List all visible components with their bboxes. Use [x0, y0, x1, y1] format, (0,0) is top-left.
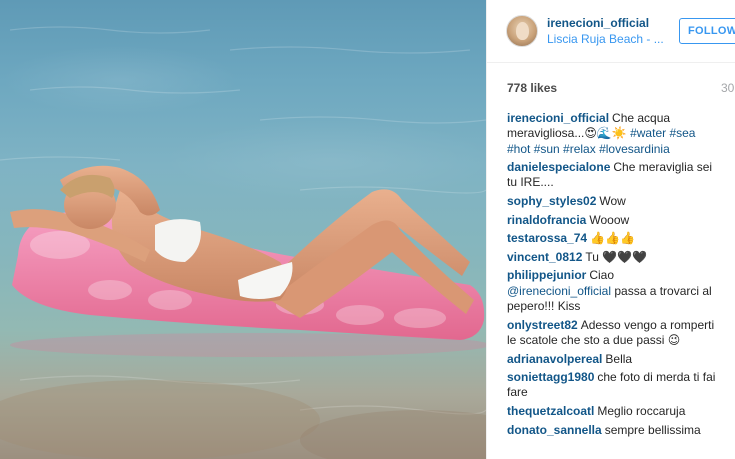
likes-row: 778 likes 30: [507, 81, 735, 95]
comment-text: Ciao: [589, 268, 615, 283]
comment-item: adrianavolpereal Bella: [507, 352, 721, 367]
comment-item: soniettaɡg1980 che foto di merda ti fai f…: [507, 370, 721, 401]
comment-text: Wow: [599, 194, 626, 209]
post-location[interactable]: Liscia Ruja Beach - ...: [547, 32, 664, 46]
comment-mention[interactable]: @irenecioni_official: [507, 284, 611, 298]
comment-item: testarossa_74 👍👍👍: [507, 231, 721, 246]
comment-item: danielespecialone Che meraviglia sei tu I…: [507, 160, 721, 191]
comment-item: thequetzalcoatl Meglio roccaruja: [507, 404, 721, 419]
comment-item: irenecioni_official Che acqua meraviglios…: [507, 111, 721, 157]
comment-author[interactable]: vincent_0812: [507, 250, 582, 264]
comment-item: sophy_styles02 Wow: [507, 194, 721, 209]
comment-text: 👍👍👍: [590, 231, 635, 246]
comment-author[interactable]: testarossa_74: [507, 231, 587, 245]
comment-item: onlystreet82 Adesso vengo a romperti le s…: [507, 318, 721, 349]
comment-text: Wooow: [589, 212, 630, 227]
comment-item: philippejunior Ciao @irenecioni_official …: [507, 268, 721, 314]
likes-count[interactable]: 778 likes: [507, 81, 557, 95]
comment-author[interactable]: irenecioni_official: [507, 111, 609, 125]
comment-list: irenecioni_official Che acqua meraviglios…: [507, 111, 721, 441]
avatar[interactable]: [506, 15, 538, 47]
comment-author[interactable]: thequetzalcoatl: [507, 404, 594, 418]
comment-item: rinaldofrancia Wooow: [507, 213, 721, 228]
post-age[interactable]: 30: [721, 81, 734, 95]
post-photo[interactable]: [0, 0, 486, 459]
comment-item: donato_sannella sempre bellissima: [507, 423, 721, 438]
comment-text: Bella: [605, 351, 633, 366]
comment-author[interactable]: soniettaɡg1980: [507, 370, 594, 384]
comment-author[interactable]: philippejunior: [507, 268, 586, 282]
comment-author[interactable]: adrianavolpereal: [507, 352, 602, 366]
photo-illustration: [0, 26, 486, 459]
comment-author[interactable]: danielespecialone: [507, 160, 610, 174]
comment-author[interactable]: rinaldofrancia: [507, 213, 586, 227]
comment-text: sempre bellissima: [604, 422, 701, 437]
post-username[interactable]: irenecioni_official: [547, 16, 649, 30]
post-side-panel: irenecioni_official Liscia Ruja Beach - …: [486, 0, 735, 459]
comment-item: vincent_0812 Tu 🖤🖤🖤: [507, 250, 721, 265]
avatar-face: [516, 22, 529, 40]
follow-button[interactable]: FOLLOW: [679, 18, 735, 44]
comment-text: Tu 🖤🖤🖤: [585, 249, 648, 264]
comment-text: Meglio roccaruja: [597, 404, 686, 419]
post-header: irenecioni_official Liscia Ruja Beach - …: [487, 0, 735, 63]
comment-author[interactable]: sophy_styles02: [507, 194, 596, 208]
comment-author[interactable]: donato_sannella: [507, 423, 602, 437]
comment-author[interactable]: onlystreet82: [507, 318, 578, 332]
